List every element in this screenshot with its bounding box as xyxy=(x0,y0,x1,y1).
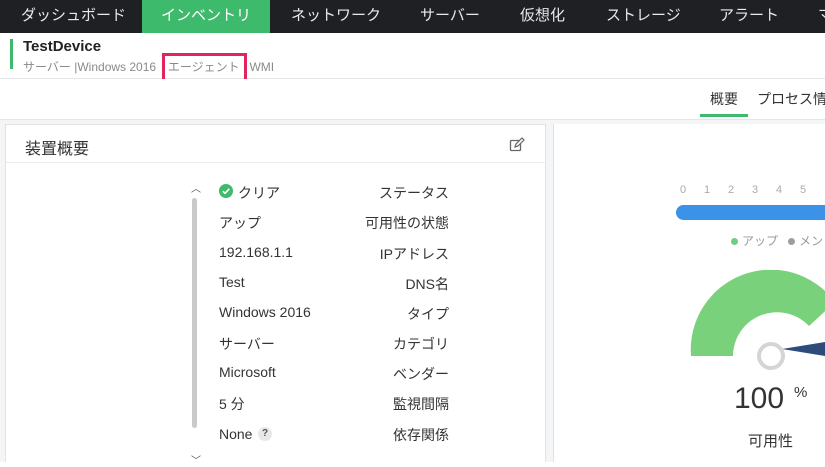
highlight-box xyxy=(162,53,247,82)
scroll-up-arrow-icon[interactable]: ︿ xyxy=(191,180,201,195)
legend-up-dot xyxy=(731,238,738,246)
card-title: 装置概要 xyxy=(25,141,90,158)
availability-label: 可用性 xyxy=(748,433,794,450)
availability-percent: 100 xyxy=(734,382,785,415)
value-category: サーバー xyxy=(219,336,275,352)
device-accent-bar xyxy=(10,39,13,69)
value-polling-interval: 5 分 xyxy=(219,396,245,412)
timeline-tick: 3 xyxy=(752,184,759,196)
nav-servers[interactable]: サーバー xyxy=(420,0,480,33)
legend-up: アップ xyxy=(731,232,778,249)
device-meta-protocol: WMI xyxy=(249,60,275,74)
scroll-down-arrow-icon[interactable]: ﹀ xyxy=(191,452,201,467)
nav-storage[interactable]: ストレージ xyxy=(606,0,681,33)
value-ip-address: 192.168.1.1 xyxy=(219,244,293,260)
card-divider xyxy=(6,162,545,163)
tab-overview[interactable]: 概要 xyxy=(710,89,738,109)
device-summary-card: 装置概要 xyxy=(5,124,546,462)
timeline-tick: 5 xyxy=(800,184,807,196)
timeline-tick: 4 xyxy=(776,184,783,196)
nav-dashboard[interactable]: ダッシュボード xyxy=(21,0,126,33)
device-meta-os: Windows 2016 xyxy=(77,60,157,74)
timeline-tick: 0 xyxy=(680,184,687,196)
legend-up-label: アップ xyxy=(742,234,779,248)
nav-more[interactable]: マ xyxy=(818,0,825,33)
device-name: TestDevice xyxy=(23,38,102,55)
value-vendor: Microsoft xyxy=(219,364,276,380)
nav-virtualization[interactable]: 仮想化 xyxy=(520,0,565,33)
nav-alarms[interactable]: アラート xyxy=(719,0,779,33)
label-dns-name: DNS名 xyxy=(405,276,449,292)
label-category: カテゴリ xyxy=(393,336,449,352)
scrollbar-thumb[interactable] xyxy=(192,198,197,428)
device-meta-type: サーバー xyxy=(23,60,71,74)
help-icon[interactable]: ? xyxy=(258,427,272,441)
value-status: クリア xyxy=(238,185,280,201)
availability-gauge xyxy=(690,270,825,370)
top-nav: ダッシュボード インベントリ ネットワーク サーバー 仮想化 ストレージ アラー… xyxy=(0,0,825,33)
label-status: ステータス xyxy=(379,185,449,201)
legend-maintenance: メン xyxy=(788,232,823,249)
value-availability-state: アップ xyxy=(219,215,261,231)
label-ip-address: IPアドレス xyxy=(379,246,449,262)
value-dns-name: Test xyxy=(219,274,245,290)
availability-unit: % xyxy=(794,384,808,401)
label-vendor: ベンダー xyxy=(393,366,449,382)
tab-active-underline xyxy=(700,114,748,117)
check-circle-icon xyxy=(219,184,233,198)
timeline-tick: 2 xyxy=(728,184,735,196)
label-type: タイプ xyxy=(407,306,449,322)
label-dependency: 依存関係 xyxy=(393,427,449,443)
nav-inventory[interactable]: インベントリ xyxy=(142,0,270,33)
availability-timeline-bar xyxy=(676,205,825,220)
value-dependency: None xyxy=(219,426,253,442)
label-polling-interval: 監視間隔 xyxy=(393,396,449,412)
label-availability-state: 可用性の状態 xyxy=(365,215,449,231)
value-type: Windows 2016 xyxy=(219,304,311,320)
timeline-tick: 1 xyxy=(704,184,711,196)
edit-icon[interactable] xyxy=(509,137,525,153)
legend-maintenance-dot xyxy=(788,238,795,246)
legend-maintenance-label: メン xyxy=(799,234,824,248)
nav-network[interactable]: ネットワーク xyxy=(291,0,381,33)
tab-process-info[interactable]: プロセス情 xyxy=(757,89,825,109)
device-header: TestDevice サーバー |Windows 2016 | エージェント |… xyxy=(0,33,825,79)
